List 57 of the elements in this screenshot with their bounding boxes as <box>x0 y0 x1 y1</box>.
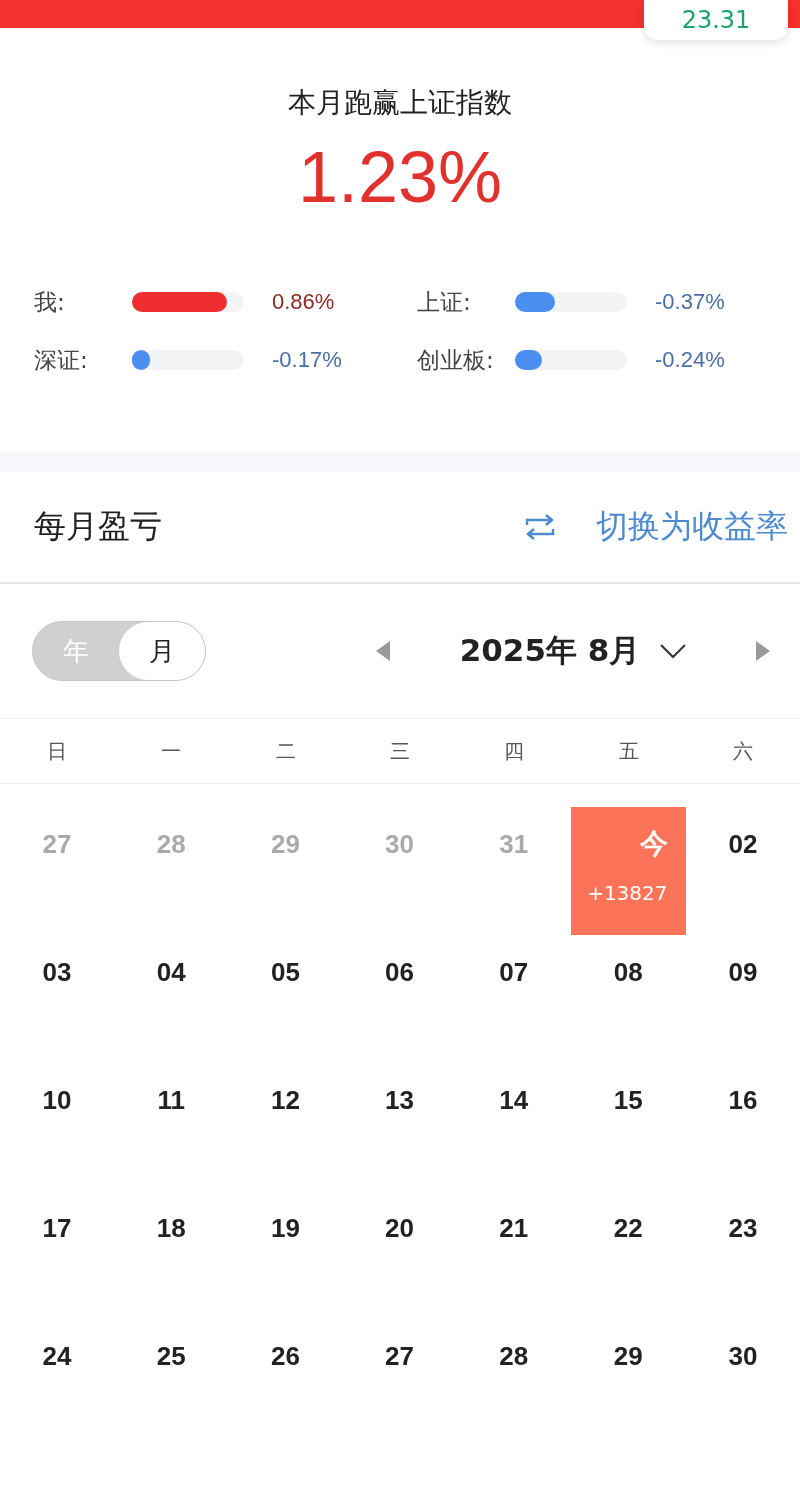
toggle-option[interactable]: 月 <box>119 622 205 680</box>
comparison-label: 创业板: <box>417 345 495 375</box>
day-number[interactable]: 24 <box>42 1341 72 1372</box>
weekday-label: 三 <box>389 737 411 765</box>
day-number[interactable]: 25 <box>156 1341 186 1372</box>
day-number[interactable]: 14 <box>499 1085 529 1116</box>
previous-icon[interactable] <box>376 641 390 661</box>
chevron-down-icon <box>660 643 687 659</box>
day-number[interactable]: 23 <box>728 1213 758 1244</box>
day-number[interactable]: 12 <box>270 1085 300 1116</box>
day-number[interactable]: 08 <box>613 957 643 988</box>
value-card: 23.31 <box>644 0 788 40</box>
day-number[interactable]: 26 <box>270 1341 300 1372</box>
comparison-reading: -0.17% <box>272 347 342 373</box>
comparison-reading: -0.37% <box>655 289 725 315</box>
day-number[interactable]: 02 <box>728 829 758 860</box>
weekday-label: 六 <box>731 737 754 765</box>
day-number[interactable]: 16 <box>728 1085 758 1116</box>
summary-value: 1.23% <box>297 136 503 218</box>
day-number[interactable]: 03 <box>42 957 72 988</box>
day-number[interactable]: 11 <box>157 1085 185 1116</box>
day-number[interactable]: 07 <box>499 957 529 988</box>
next-icon[interactable] <box>756 641 770 661</box>
day-number[interactable]: 27 <box>385 1341 415 1372</box>
day-number[interactable]: 17 <box>42 1213 72 1244</box>
day-number[interactable]: 20 <box>385 1213 415 1244</box>
day-number[interactable]: 18 <box>156 1213 186 1244</box>
day-number[interactable]: 29 <box>613 1341 643 1372</box>
day-number[interactable]: 04 <box>156 957 186 988</box>
comparison-label: 深证: <box>34 345 89 375</box>
day-number[interactable]: 21 <box>499 1213 529 1244</box>
weekday-label: 二 <box>274 737 297 765</box>
month-picker[interactable]: 2025年 8月 <box>459 630 687 672</box>
day-number[interactable]: 22 <box>613 1213 643 1244</box>
day-number[interactable]: 10 <box>42 1085 72 1116</box>
day-number[interactable]: 06 <box>385 957 415 988</box>
day-number[interactable]: 09 <box>728 957 758 988</box>
weekday-label: 五 <box>617 737 640 765</box>
day-number[interactable]: 19 <box>270 1213 300 1244</box>
comparison-label: 我: <box>34 287 66 317</box>
comparison-reading: 0.86% <box>272 289 335 315</box>
swap-icon <box>524 513 556 541</box>
day-number[interactable]: 15 <box>613 1085 643 1116</box>
weekday-label: 一 <box>160 737 183 765</box>
section-title: 每月盈亏 <box>34 506 163 547</box>
switch-button[interactable]: 切换为收益率 <box>524 505 788 549</box>
today-label: 今 <box>639 826 668 862</box>
comparison-reading: -0.24% <box>655 347 725 373</box>
profit-amount: +13827 <box>586 881 668 905</box>
comparison-label: 上证: <box>417 287 472 317</box>
day-number[interactable]: 05 <box>270 957 300 988</box>
weekday-label: 四 <box>503 737 526 765</box>
weekday-label: 日 <box>46 737 69 765</box>
day-number[interactable]: 30 <box>728 1341 758 1372</box>
day-number[interactable]: 13 <box>385 1085 415 1116</box>
summary-title: 本月跑赢上证指数 <box>288 85 512 121</box>
day-number[interactable]: 28 <box>499 1341 529 1372</box>
